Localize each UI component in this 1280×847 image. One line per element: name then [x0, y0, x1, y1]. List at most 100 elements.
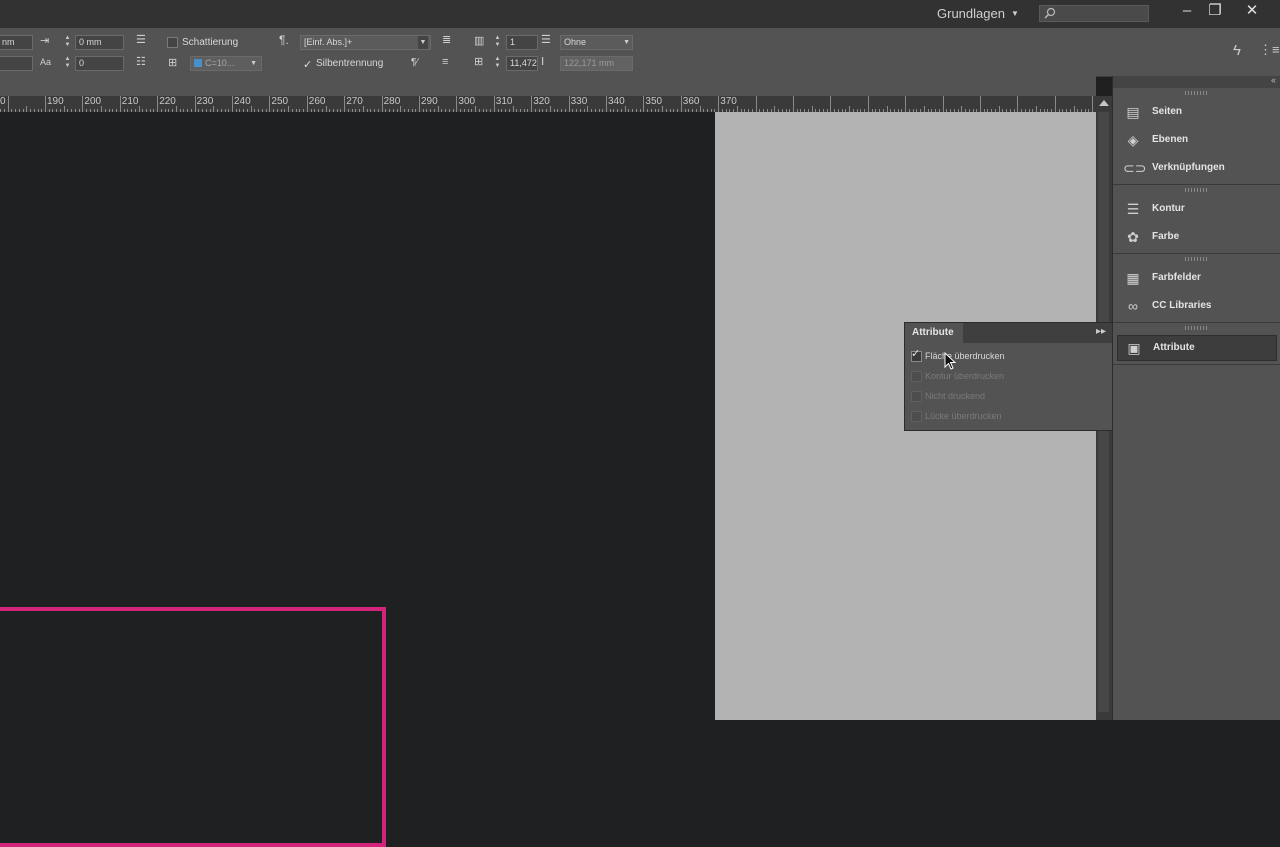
- ruler-label: 360: [682, 96, 700, 107]
- ruler-label: 320: [533, 96, 550, 107]
- scroll-up-arrow-icon[interactable]: [1099, 100, 1109, 106]
- panel-group-grip[interactable]: [1185, 188, 1207, 192]
- ruler-tick: [643, 96, 645, 112]
- ruler-label: 200: [84, 96, 102, 107]
- span-columns-icon: ☰: [541, 34, 551, 46]
- restore-button[interactable]: ❐: [1202, 2, 1228, 22]
- ruler-tick: [680, 96, 682, 112]
- gutter-icon: ⊞: [474, 56, 484, 68]
- gutter-field[interactable]: 11,472: [506, 56, 538, 71]
- overprint-stroke-checkbox[interactable]: [911, 371, 922, 382]
- color-icon: ✿: [1127, 229, 1139, 245]
- shading-checkbox[interactable]: [167, 37, 178, 48]
- ruler-tick: [830, 96, 832, 112]
- panel-item-pages[interactable]: ▤ Seiten: [1117, 100, 1275, 124]
- ruler-tick: [980, 96, 981, 112]
- pasteboard[interactable]: [0, 112, 715, 847]
- columns-icon: ▥: [474, 35, 485, 47]
- color-swatch: [194, 59, 202, 67]
- search-icon: [1044, 7, 1056, 19]
- search-input[interactable]: [1039, 5, 1149, 22]
- control-bar: nm ⇥ Aa ▲ ▼ ▲ ▼ 0 mm 0 ☰ ☷ Schattierung ⊞ …: [0, 28, 1280, 77]
- panel-item-swatches[interactable]: ▦ Farbfelder: [1117, 266, 1275, 290]
- panel-item-label: Farbfelder: [1152, 272, 1201, 283]
- panel-group-grip[interactable]: [1185, 326, 1207, 330]
- panel-item-color[interactable]: ✿ Farbe: [1117, 225, 1275, 249]
- nonprinting-checkbox[interactable]: [911, 391, 922, 402]
- hyphenation-label: Silbentrennung: [316, 58, 384, 69]
- panel-group-grip[interactable]: [1185, 257, 1207, 261]
- span-columns-select[interactable]: Ohne ▼: [560, 35, 633, 50]
- panel-tab-bar[interactable]: Attribute ▸▸: [905, 323, 1112, 343]
- ruler-label: 240: [234, 96, 251, 107]
- panel-group-grip[interactable]: [1185, 91, 1207, 95]
- panel-menu-icon[interactable]: ⋮≡: [1259, 42, 1280, 58]
- workspace-switcher[interactable]: Grundlagen ▼: [937, 6, 1019, 21]
- span-option-value: Ohne: [564, 37, 587, 47]
- panel-item-stroke[interactable]: ☰ Kontur: [1117, 197, 1275, 221]
- ruler-tick: [157, 96, 159, 112]
- gutter-stepper[interactable]: ▲ ▼: [493, 56, 502, 70]
- ruler-tick: [419, 96, 420, 112]
- ruler-tick: [269, 96, 271, 112]
- close-button[interactable]: ✕: [1239, 2, 1265, 22]
- align-baseline-icon[interactable]: ≡: [442, 56, 448, 68]
- lightning-icon[interactable]: ϟ: [1233, 42, 1241, 59]
- panel-item-cc-libraries[interactable]: ∞ CC Libraries: [1117, 294, 1275, 318]
- column-width-field[interactable]: 122,171 mm: [560, 56, 633, 71]
- checkmark-icon: ✓: [911, 348, 921, 360]
- ruler-tick: [194, 96, 196, 112]
- ruler-tick: [531, 96, 533, 112]
- panel-item-attributes[interactable]: ▣ Attribute: [1117, 335, 1277, 361]
- tab-attributes[interactable]: Attribute: [905, 323, 963, 343]
- panel-item-links[interactable]: ⊂⊃ Verknüpfungen: [1117, 156, 1275, 180]
- text-frame[interactable]: [0, 607, 386, 847]
- checkmark-icon[interactable]: ✓: [303, 58, 312, 71]
- ruler-tick: [905, 96, 907, 112]
- ruler-label: 290: [421, 96, 438, 107]
- panel-item-label: Verknüpfungen: [1152, 162, 1225, 173]
- mouse-pointer-icon: [944, 352, 957, 370]
- horizontal-ruler[interactable]: 0 190 200 210 220 230 240 250 260 270 280 290 300 310…: [0, 96, 1096, 113]
- panel-item-layers[interactable]: ◈ Ebenen: [1117, 128, 1275, 152]
- ruler-tick: [456, 96, 458, 112]
- ruler-label: 260: [308, 96, 326, 107]
- bullet-list-icon[interactable]: ☰: [136, 34, 146, 46]
- option-label: Lücke überdrucken: [925, 411, 1002, 421]
- numbered-list-icon[interactable]: ☷: [136, 56, 146, 68]
- space-after-stepper[interactable]: ▲ ▼: [63, 56, 72, 70]
- title-bar: Grundlagen ▼ – ❐ ✕: [0, 0, 1280, 28]
- first-line-indent-field[interactable]: [0, 56, 33, 71]
- panel-item-label: Ebenen: [1152, 134, 1189, 145]
- ruler-tick: [718, 96, 720, 112]
- ruler-tick: [493, 96, 495, 112]
- paragraph-style-select[interactable]: [Einf. Abs.]+ ▼: [300, 35, 431, 50]
- collapse-icon[interactable]: «: [1271, 75, 1276, 85]
- swatches-icon: ▦: [1126, 270, 1140, 286]
- paragraph-icon: ¶.: [279, 33, 289, 47]
- ruler-label: 330: [570, 96, 588, 107]
- column-width-icon: Ⅰ: [541, 56, 545, 68]
- dock-header: «: [1113, 75, 1280, 88]
- ruler-label: 270: [346, 96, 363, 107]
- overprint-gap-checkbox[interactable]: [911, 411, 922, 422]
- workspace-label: Grundlagen: [937, 6, 1005, 21]
- space-before-stepper[interactable]: ▲ ▼: [63, 35, 72, 49]
- left-indent-field[interactable]: nm: [0, 35, 33, 50]
- divider: [1113, 184, 1280, 185]
- columns-stepper[interactable]: ▲ ▼: [493, 35, 502, 49]
- space-before-field[interactable]: 0 mm: [75, 35, 124, 50]
- divider: [1113, 322, 1280, 323]
- divider: [1113, 253, 1280, 254]
- panel-menu-icon[interactable]: ▸▸: [1096, 326, 1106, 337]
- ruler-tick: [1017, 96, 1019, 112]
- space-after-field[interactable]: 0: [75, 56, 124, 71]
- minimize-button[interactable]: –: [1174, 2, 1200, 22]
- columns-field[interactable]: 1: [506, 35, 538, 50]
- shading-color-select[interactable]: C=10... ▼: [190, 56, 262, 71]
- panel-item-label: Farbe: [1152, 231, 1180, 242]
- align-to-grid-icon[interactable]: ≣: [442, 34, 451, 46]
- ruler-tick: [942, 96, 944, 112]
- paragraph-options-icon[interactable]: ¶⁄: [411, 57, 418, 69]
- ruler-label: 0: [0, 96, 6, 107]
